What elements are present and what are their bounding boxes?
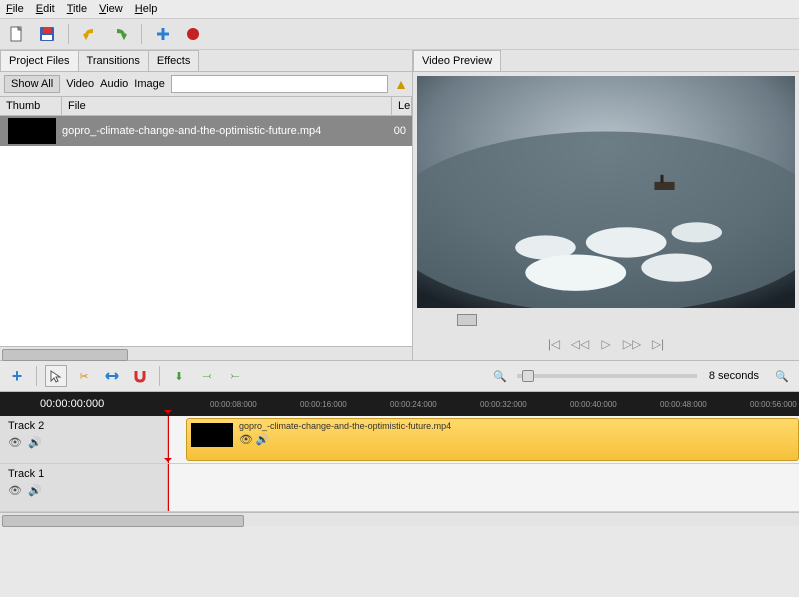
video-clip[interactable]: gopro_-climate-change-and-the-optimistic… — [186, 418, 799, 461]
zoom-label: 8 seconds — [709, 370, 759, 382]
track-2-header[interactable]: Track 2 👁 🔊 — [0, 416, 168, 463]
file-name-label: gopro_-climate-change-and-the-optimistic… — [62, 125, 390, 137]
undo-icon[interactable] — [79, 23, 101, 45]
ruler-tick: 00:00:16:000 — [300, 400, 347, 409]
ruler-tick: 00:00:08:000 — [210, 400, 257, 409]
preview-seek-slider[interactable] — [417, 312, 795, 328]
speaker-icon[interactable]: 🔊 — [28, 436, 42, 449]
file-list: gopro_-climate-change-and-the-optimistic… — [0, 116, 412, 346]
eye-icon[interactable]: 👁 — [8, 436, 22, 449]
tab-project-files[interactable]: Project Files — [0, 50, 79, 71]
file-row[interactable]: gopro_-climate-change-and-the-optimistic… — [0, 116, 412, 146]
ruler-tick: 00:00:56:000 — [750, 400, 797, 409]
menu-title[interactable]: Title — [67, 3, 87, 15]
skip-end-icon[interactable]: ▷| — [648, 336, 668, 352]
tab-effects[interactable]: Effects — [148, 50, 199, 71]
project-scrollbar[interactable] — [0, 346, 412, 360]
step-back-icon[interactable]: ◁◁ — [570, 336, 590, 352]
pointer-tool-icon[interactable] — [45, 365, 67, 387]
zoom-out-icon[interactable]: 🔍 — [489, 365, 511, 387]
menu-help[interactable]: Help — [135, 3, 158, 15]
current-time-label: 00:00:00:000 — [40, 398, 104, 410]
ruler-tick: 00:00:40:000 — [570, 400, 617, 409]
menu-edit[interactable]: Edit — [36, 3, 55, 15]
redo-icon[interactable] — [109, 23, 131, 45]
track-2-label: Track 2 — [8, 420, 159, 432]
add-file-icon[interactable]: ▲ — [394, 76, 408, 92]
file-thumbnail — [8, 118, 56, 144]
filter-search-input[interactable] — [171, 75, 388, 93]
menu-bar: FFileile Edit Title View Help — [0, 0, 799, 19]
new-file-icon[interactable] — [6, 23, 28, 45]
ruler-tick: 00:00:32:000 — [480, 400, 527, 409]
menu-file[interactable]: FFileile — [6, 3, 24, 15]
track-1: Track 1 👁 🔊 — [0, 464, 799, 512]
step-forward-icon[interactable]: ▷▷ — [622, 336, 642, 352]
timeline-scrollbar[interactable] — [0, 512, 799, 526]
playhead[interactable] — [168, 416, 169, 463]
tab-transitions[interactable]: Transitions — [78, 50, 149, 71]
eye-icon: 👁 — [239, 434, 253, 446]
playhead[interactable] — [168, 464, 169, 511]
track-2: Track 2 👁 🔊 gopro_-climate-change-and-th… — [0, 416, 799, 464]
zoom-in-icon[interactable]: 🔍 — [771, 365, 793, 387]
tracks-area: Track 2 👁 🔊 gopro_-climate-change-and-th… — [0, 416, 799, 512]
add-icon[interactable] — [152, 23, 174, 45]
main-toolbar — [0, 19, 799, 50]
filter-image[interactable]: Image — [134, 78, 165, 90]
ruler-tick: 00:00:24:000 — [390, 400, 437, 409]
marker-next-icon[interactable]: ⤚ — [224, 365, 246, 387]
speaker-icon[interactable]: 🔊 — [28, 484, 42, 497]
cut-tool-icon[interactable]: ✂ — [73, 365, 95, 387]
track-1-label: Track 1 — [8, 468, 159, 480]
playback-controls: |◁ ◁◁ ▷ ▷▷ ▷| — [417, 332, 795, 356]
col-file[interactable]: File — [62, 97, 392, 115]
skip-start-icon[interactable]: |◁ — [544, 336, 564, 352]
marker-prev-icon[interactable]: ⤙ — [196, 365, 218, 387]
file-length-label: 00 — [390, 125, 410, 137]
col-length[interactable]: Le — [392, 97, 412, 115]
save-icon[interactable] — [36, 23, 58, 45]
record-icon[interactable] — [182, 23, 204, 45]
zoom-slider[interactable] — [517, 374, 697, 378]
tab-video-preview[interactable]: Video Preview — [413, 50, 501, 71]
timeline-ruler[interactable]: 00:00:00:000 00:00:08:000 00:00:16:000 0… — [0, 392, 799, 416]
timeline-toolbar: + ✂ ⬇ ⤙ ⤚ 🔍 8 seconds 🔍 — [0, 360, 799, 392]
snap-tool-icon[interactable] — [129, 365, 151, 387]
resize-tool-icon[interactable] — [101, 365, 123, 387]
clip-name-label: gopro_-climate-change-and-the-optimistic… — [239, 421, 451, 431]
video-preview-canvas — [417, 76, 795, 308]
speaker-icon: 🔊 — [256, 434, 270, 446]
preview-panel: Video Preview — [413, 50, 799, 360]
menu-view[interactable]: View — [99, 3, 123, 15]
eye-icon[interactable]: 👁 — [8, 484, 22, 497]
filter-audio[interactable]: Audio — [100, 78, 128, 90]
ruler-tick: 00:00:48:000 — [660, 400, 707, 409]
add-track-icon[interactable]: + — [6, 365, 28, 387]
track-1-body[interactable] — [168, 464, 799, 511]
filter-video[interactable]: Video — [66, 78, 94, 90]
col-thumb[interactable]: Thumb — [0, 97, 62, 115]
marker-add-icon[interactable]: ⬇ — [168, 365, 190, 387]
track-2-body[interactable]: gopro_-climate-change-and-the-optimistic… — [168, 416, 799, 463]
clip-thumbnail — [191, 423, 233, 447]
play-icon[interactable]: ▷ — [596, 336, 616, 352]
track-1-header[interactable]: Track 1 👁 🔊 — [0, 464, 168, 511]
project-panel: Project Files Transitions Effects Show A… — [0, 50, 413, 360]
filter-show-all[interactable]: Show All — [4, 75, 60, 93]
